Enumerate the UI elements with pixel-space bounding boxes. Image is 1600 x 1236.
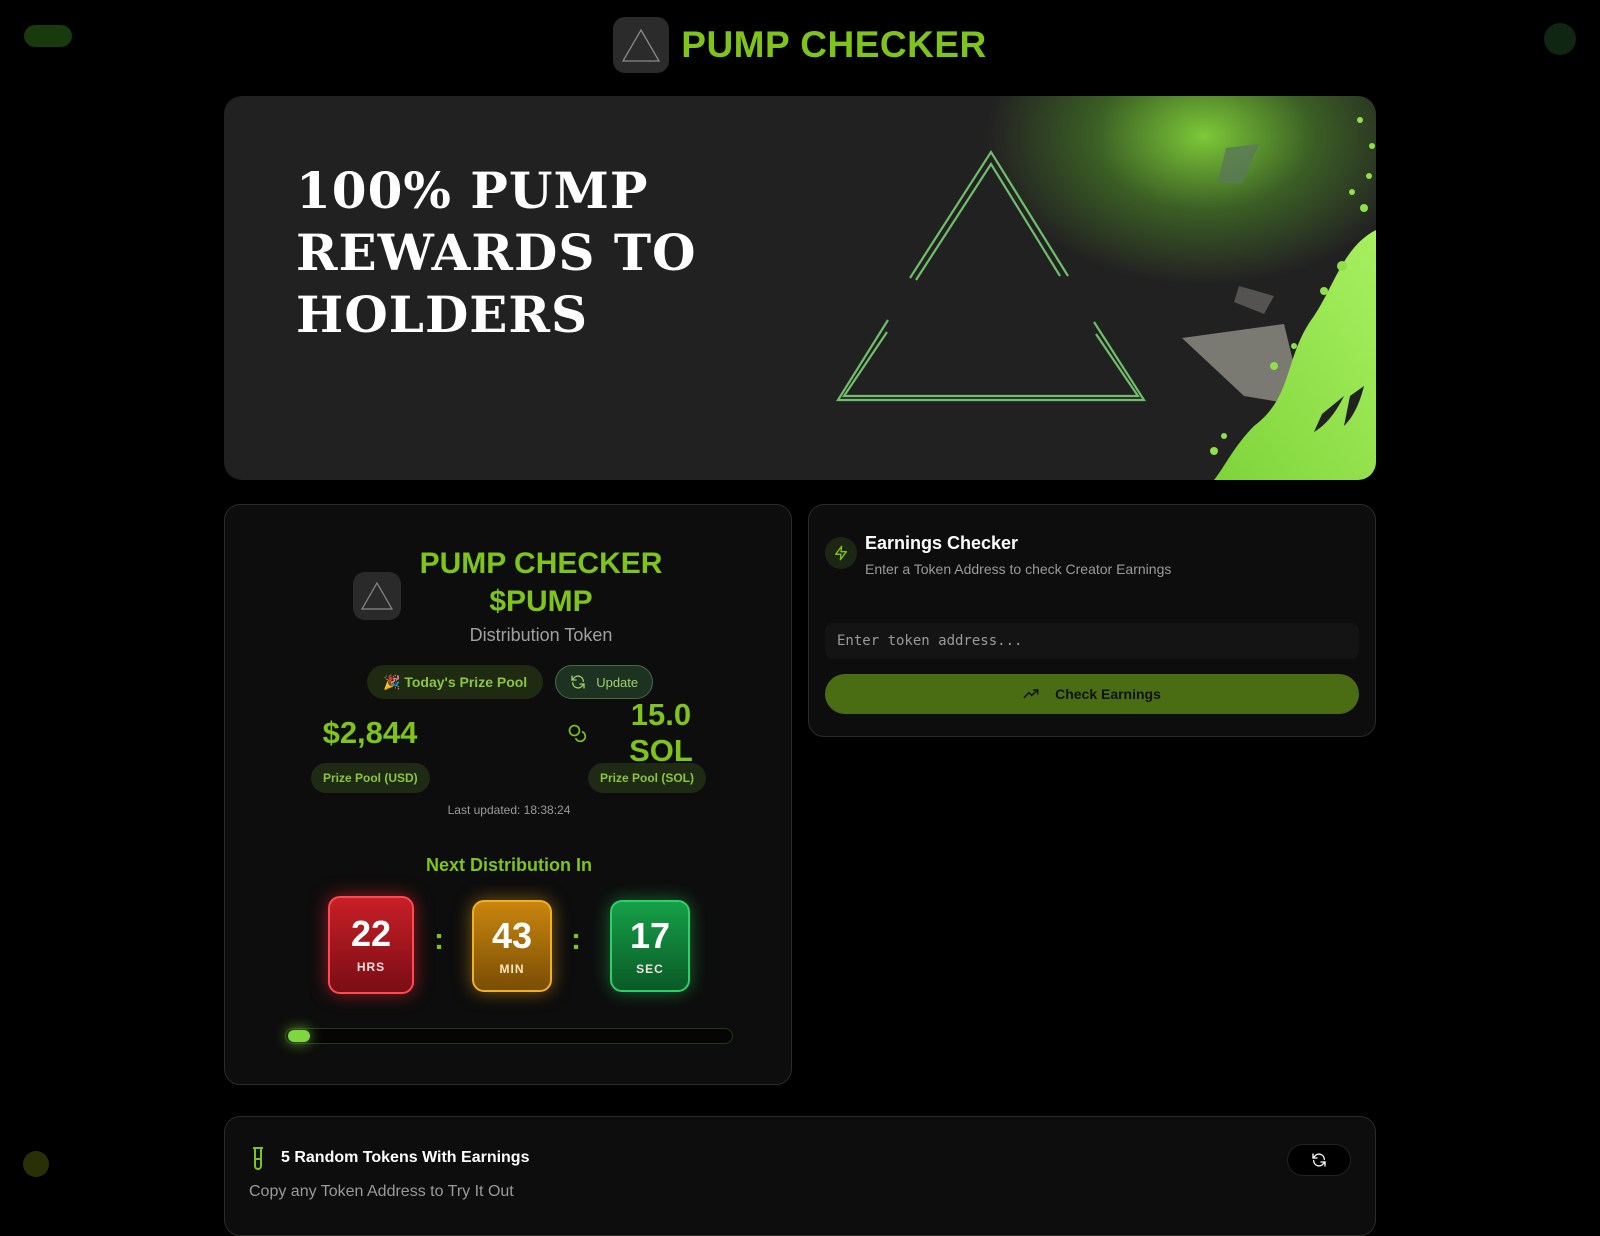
- minutes-value: 43: [491, 915, 533, 956]
- random-tokens-title: 5 Random Tokens With Earnings: [281, 1149, 530, 1166]
- earnings-checker-subtitle: Enter a Token Address to check Creator E…: [865, 561, 1172, 577]
- countdown-hours: 22 HRS: [328, 896, 414, 994]
- prize-pool-badge: 🎉 Today's Prize Pool: [367, 665, 544, 699]
- update-label: Update: [596, 674, 639, 690]
- minutes-label: MIN: [499, 962, 525, 976]
- sol-value-row: 15.0 SOL: [567, 697, 727, 768]
- next-distribution-label: Next Distribution In: [426, 855, 592, 875]
- money-bills-icon: [1182, 144, 1304, 406]
- refresh-tokens-button[interactable]: [1287, 1144, 1351, 1176]
- triangle-logo-icon: [353, 571, 401, 620]
- token-subtitle: Distribution Token: [469, 625, 613, 645]
- hours-label: HRS: [356, 960, 386, 974]
- test-tube-icon: [253, 1147, 263, 1170]
- token-address-input[interactable]: [825, 623, 1359, 659]
- token-title-block: PUMP CHECKER $PUMP Distribution Token: [401, 545, 673, 646]
- token-name: PUMP CHECKER $PUMP: [419, 547, 663, 618]
- countdown-seconds: 17 SEC: [610, 900, 690, 992]
- random-tokens-card: 5 Random Tokens With Earnings Copy any T…: [224, 1116, 1376, 1236]
- sol-label: Prize Pool (SOL): [587, 763, 706, 793]
- countdown-separator: :: [434, 923, 444, 956]
- trending-up-icon: [1023, 689, 1039, 699]
- triangle-outline-icon: [836, 149, 1147, 402]
- coins-icon: [568, 724, 587, 743]
- usd-value: $2,844: [322, 715, 418, 750]
- triangle-logo-icon[interactable]: [613, 17, 670, 73]
- check-earnings-button[interactable]: Check Earnings: [825, 674, 1359, 714]
- seconds-label: SEC: [636, 962, 664, 976]
- prize-pool-sol: 15.0 SOL Prize Pool (SOL): [567, 697, 727, 793]
- countdown-separator: :: [571, 923, 581, 956]
- hours-value: 22: [350, 913, 392, 954]
- progress-fill: [288, 1030, 310, 1042]
- usd-label: Prize Pool (USD): [311, 763, 430, 793]
- last-updated-text: Last updated: 18:38:24: [447, 803, 571, 817]
- update-button[interactable]: Update: [555, 665, 654, 699]
- brand-title[interactable]: PUMP CHECKER: [681, 24, 986, 66]
- prize-pool-row: 🎉 Today's Prize Pool Update: [367, 665, 654, 699]
- countdown-minutes: 43 MIN: [472, 900, 552, 992]
- random-tokens-subtitle: Copy any Token Address to Try It Out: [249, 1183, 514, 1200]
- lightning-icon: [825, 537, 857, 569]
- token-header: PUMP CHECKER $PUMP Distribution Token: [353, 545, 673, 646]
- earnings-checker-title: Earnings Checker: [865, 533, 1019, 553]
- sol-value: 15.0 SOL: [629, 697, 693, 768]
- decorative-dot: [23, 1151, 49, 1177]
- refresh-icon: [1312, 1153, 1326, 1167]
- refresh-icon: [571, 675, 585, 689]
- hero-title: 100% PUMP REWARDS TO HOLDERS: [296, 161, 697, 344]
- seconds-value: 17: [629, 915, 671, 956]
- token-card: PUMP CHECKER $PUMP Distribution Token 🎉 …: [224, 504, 792, 1085]
- prize-pool-usd: $2,844 Prize Pool (USD): [311, 715, 430, 793]
- hero-banner: 100% PUMP REWARDS TO HOLDERS: [224, 96, 1376, 480]
- earnings-checker-card: Earnings Checker Enter a Token Address t…: [808, 504, 1376, 737]
- check-earnings-label: Check Earnings: [1055, 686, 1161, 702]
- site-header: PUMP CHECKER: [0, 14, 1600, 76]
- distribution-progress-bar: [285, 1028, 733, 1044]
